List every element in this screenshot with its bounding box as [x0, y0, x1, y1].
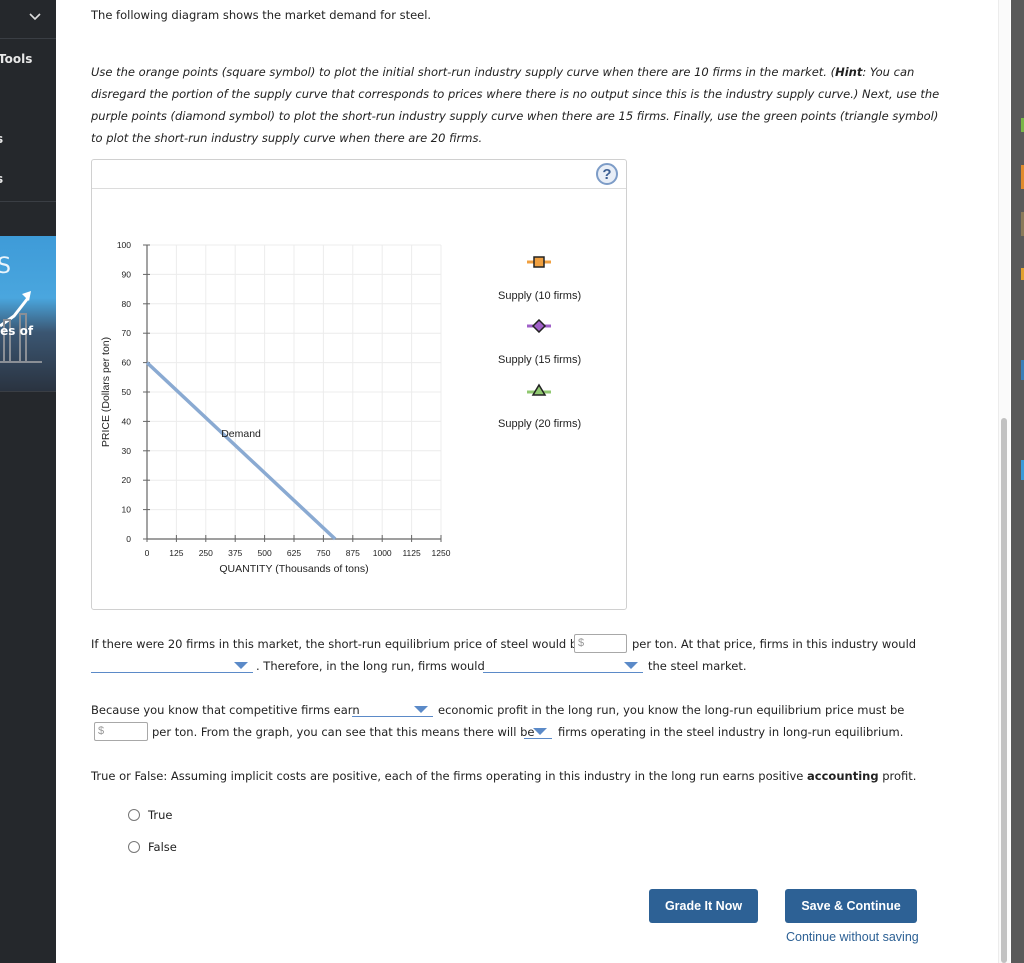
continue-without-saving-link[interactable]: Continue without saving: [786, 930, 919, 944]
sidebar: Tools s s S les of: [0, 0, 56, 963]
y-axis-label: PRICE (Dollars per ton): [100, 337, 112, 447]
sidebar-divider: [0, 201, 56, 202]
grade-it-now-button[interactable]: Grade It Now: [649, 889, 758, 923]
dropdown-arrow-icon: [414, 706, 428, 713]
radio-circle-icon[interactable]: [128, 841, 140, 853]
x-tick-label: 250: [199, 548, 213, 558]
y-tick-label: 10: [122, 505, 132, 515]
hint-label: Hint: [835, 65, 863, 79]
diamond-icon: [531, 319, 547, 333]
y-tick-label: 70: [122, 328, 132, 338]
y-tick-label: 80: [122, 299, 132, 309]
legend-label-15-firms: Supply (15 firms): [498, 354, 582, 366]
q1-text-b: per ton. At that price, firms in this in…: [632, 637, 917, 651]
y-tick-label: 60: [122, 358, 132, 368]
sidebar-item-partial-2[interactable]: s: [0, 172, 3, 186]
firms-profit-dropdown[interactable]: [91, 657, 253, 673]
long-run-action-dropdown[interactable]: [483, 657, 643, 673]
x-tick-label: 375: [228, 548, 242, 558]
instructions: Use the orange points (square symbol) to…: [91, 61, 941, 149]
radio-false[interactable]: False: [128, 840, 177, 854]
y-tick-label: 100: [117, 240, 131, 250]
supply-20-firms-tool[interactable]: [525, 383, 553, 397]
lr-price-input[interactable]: $: [94, 722, 148, 741]
graph-panel: ? 0 10 20 30 40 50 60 70 80 90 100 0 125 250 375 500 625…: [91, 159, 627, 610]
num-firms-dropdown[interactable]: [524, 723, 552, 739]
legend-label-20-firms: Supply (20 firms): [498, 418, 582, 430]
sidebar-divider: [0, 38, 56, 39]
intro-text: The following diagram shows the market d…: [91, 8, 432, 22]
q1-text-d: the steel market.: [648, 659, 747, 673]
y-tick-label: 0: [126, 534, 131, 544]
radio-true-label: True: [148, 808, 173, 822]
scrollbar-thumb[interactable]: [1001, 418, 1007, 963]
sidebar-banner[interactable]: S les of: [0, 236, 56, 391]
square-icon: [533, 256, 545, 268]
q1-text-c: . Therefore, in the long run, firms woul…: [256, 659, 485, 673]
instructions-part1: Use the orange points (square symbol) to…: [91, 65, 836, 79]
x-tick-label: 750: [316, 548, 330, 558]
x-axis-label: QUANTITY (Thousands of tons): [219, 563, 368, 575]
y-tick-label: 50: [122, 387, 132, 397]
demand-label: Demand: [221, 428, 261, 440]
y-tick-label: 20: [122, 475, 132, 485]
triangle-icon: [531, 383, 547, 396]
supply-15-firms-tool[interactable]: [525, 319, 553, 333]
banner-subtitle: les of: [0, 324, 34, 338]
save-continue-button[interactable]: Save & Continue: [785, 889, 917, 923]
q3-text-b: profit.: [878, 769, 917, 783]
sidebar-item-tools[interactable]: Tools: [0, 52, 32, 66]
banner-title: S: [0, 254, 11, 279]
q1-text-a: If there were 20 firms in this market, t…: [91, 637, 585, 651]
y-tick-label: 30: [122, 446, 132, 456]
sr-price-input[interactable]: $: [574, 634, 627, 653]
x-tick-label: 1000: [373, 548, 392, 558]
x-tick-label: 125: [169, 548, 183, 558]
sidebar-item-partial-1[interactable]: s: [0, 132, 3, 146]
dropdown-arrow-icon: [234, 662, 248, 669]
x-tick-label: 1125: [402, 548, 421, 558]
x-tick-label: 500: [258, 548, 272, 558]
supply-10-firms-tool[interactable]: [525, 255, 553, 269]
radio-circle-icon[interactable]: [128, 809, 140, 821]
radio-true[interactable]: True: [128, 808, 172, 822]
x-tick-label: 625: [287, 548, 301, 558]
profit-type-dropdown[interactable]: [352, 701, 433, 717]
x-tick-label: 875: [346, 548, 360, 558]
q2-text-b: economic profit in the long run, you kno…: [438, 703, 905, 717]
x-tick-label: 1250: [432, 548, 451, 558]
right-panel: [1011, 0, 1024, 963]
q2-text-d: firms operating in the steel industry in…: [558, 725, 904, 739]
q2-text-a: Because you know that competitive firms …: [91, 703, 360, 717]
q3-text-a: True or False: Assuming implicit costs a…: [91, 769, 808, 783]
dropdown-arrow-icon: [533, 728, 547, 735]
legend-label-10-firms: Supply (10 firms): [498, 290, 582, 302]
q2-text-c: per ton. From the graph, you can see tha…: [152, 725, 535, 739]
y-tick-label: 90: [122, 269, 132, 279]
y-tick-label: 40: [122, 416, 132, 426]
radio-false-label: False: [148, 840, 177, 854]
dropdown-arrow-icon: [624, 662, 638, 669]
q3-bold: accounting: [807, 769, 879, 783]
chevron-down-icon[interactable]: [28, 10, 42, 24]
x-tick-label: 0: [145, 548, 150, 558]
q3-text: True or False: Assuming implicit costs a…: [91, 769, 916, 783]
sidebar-divider: [0, 391, 56, 392]
